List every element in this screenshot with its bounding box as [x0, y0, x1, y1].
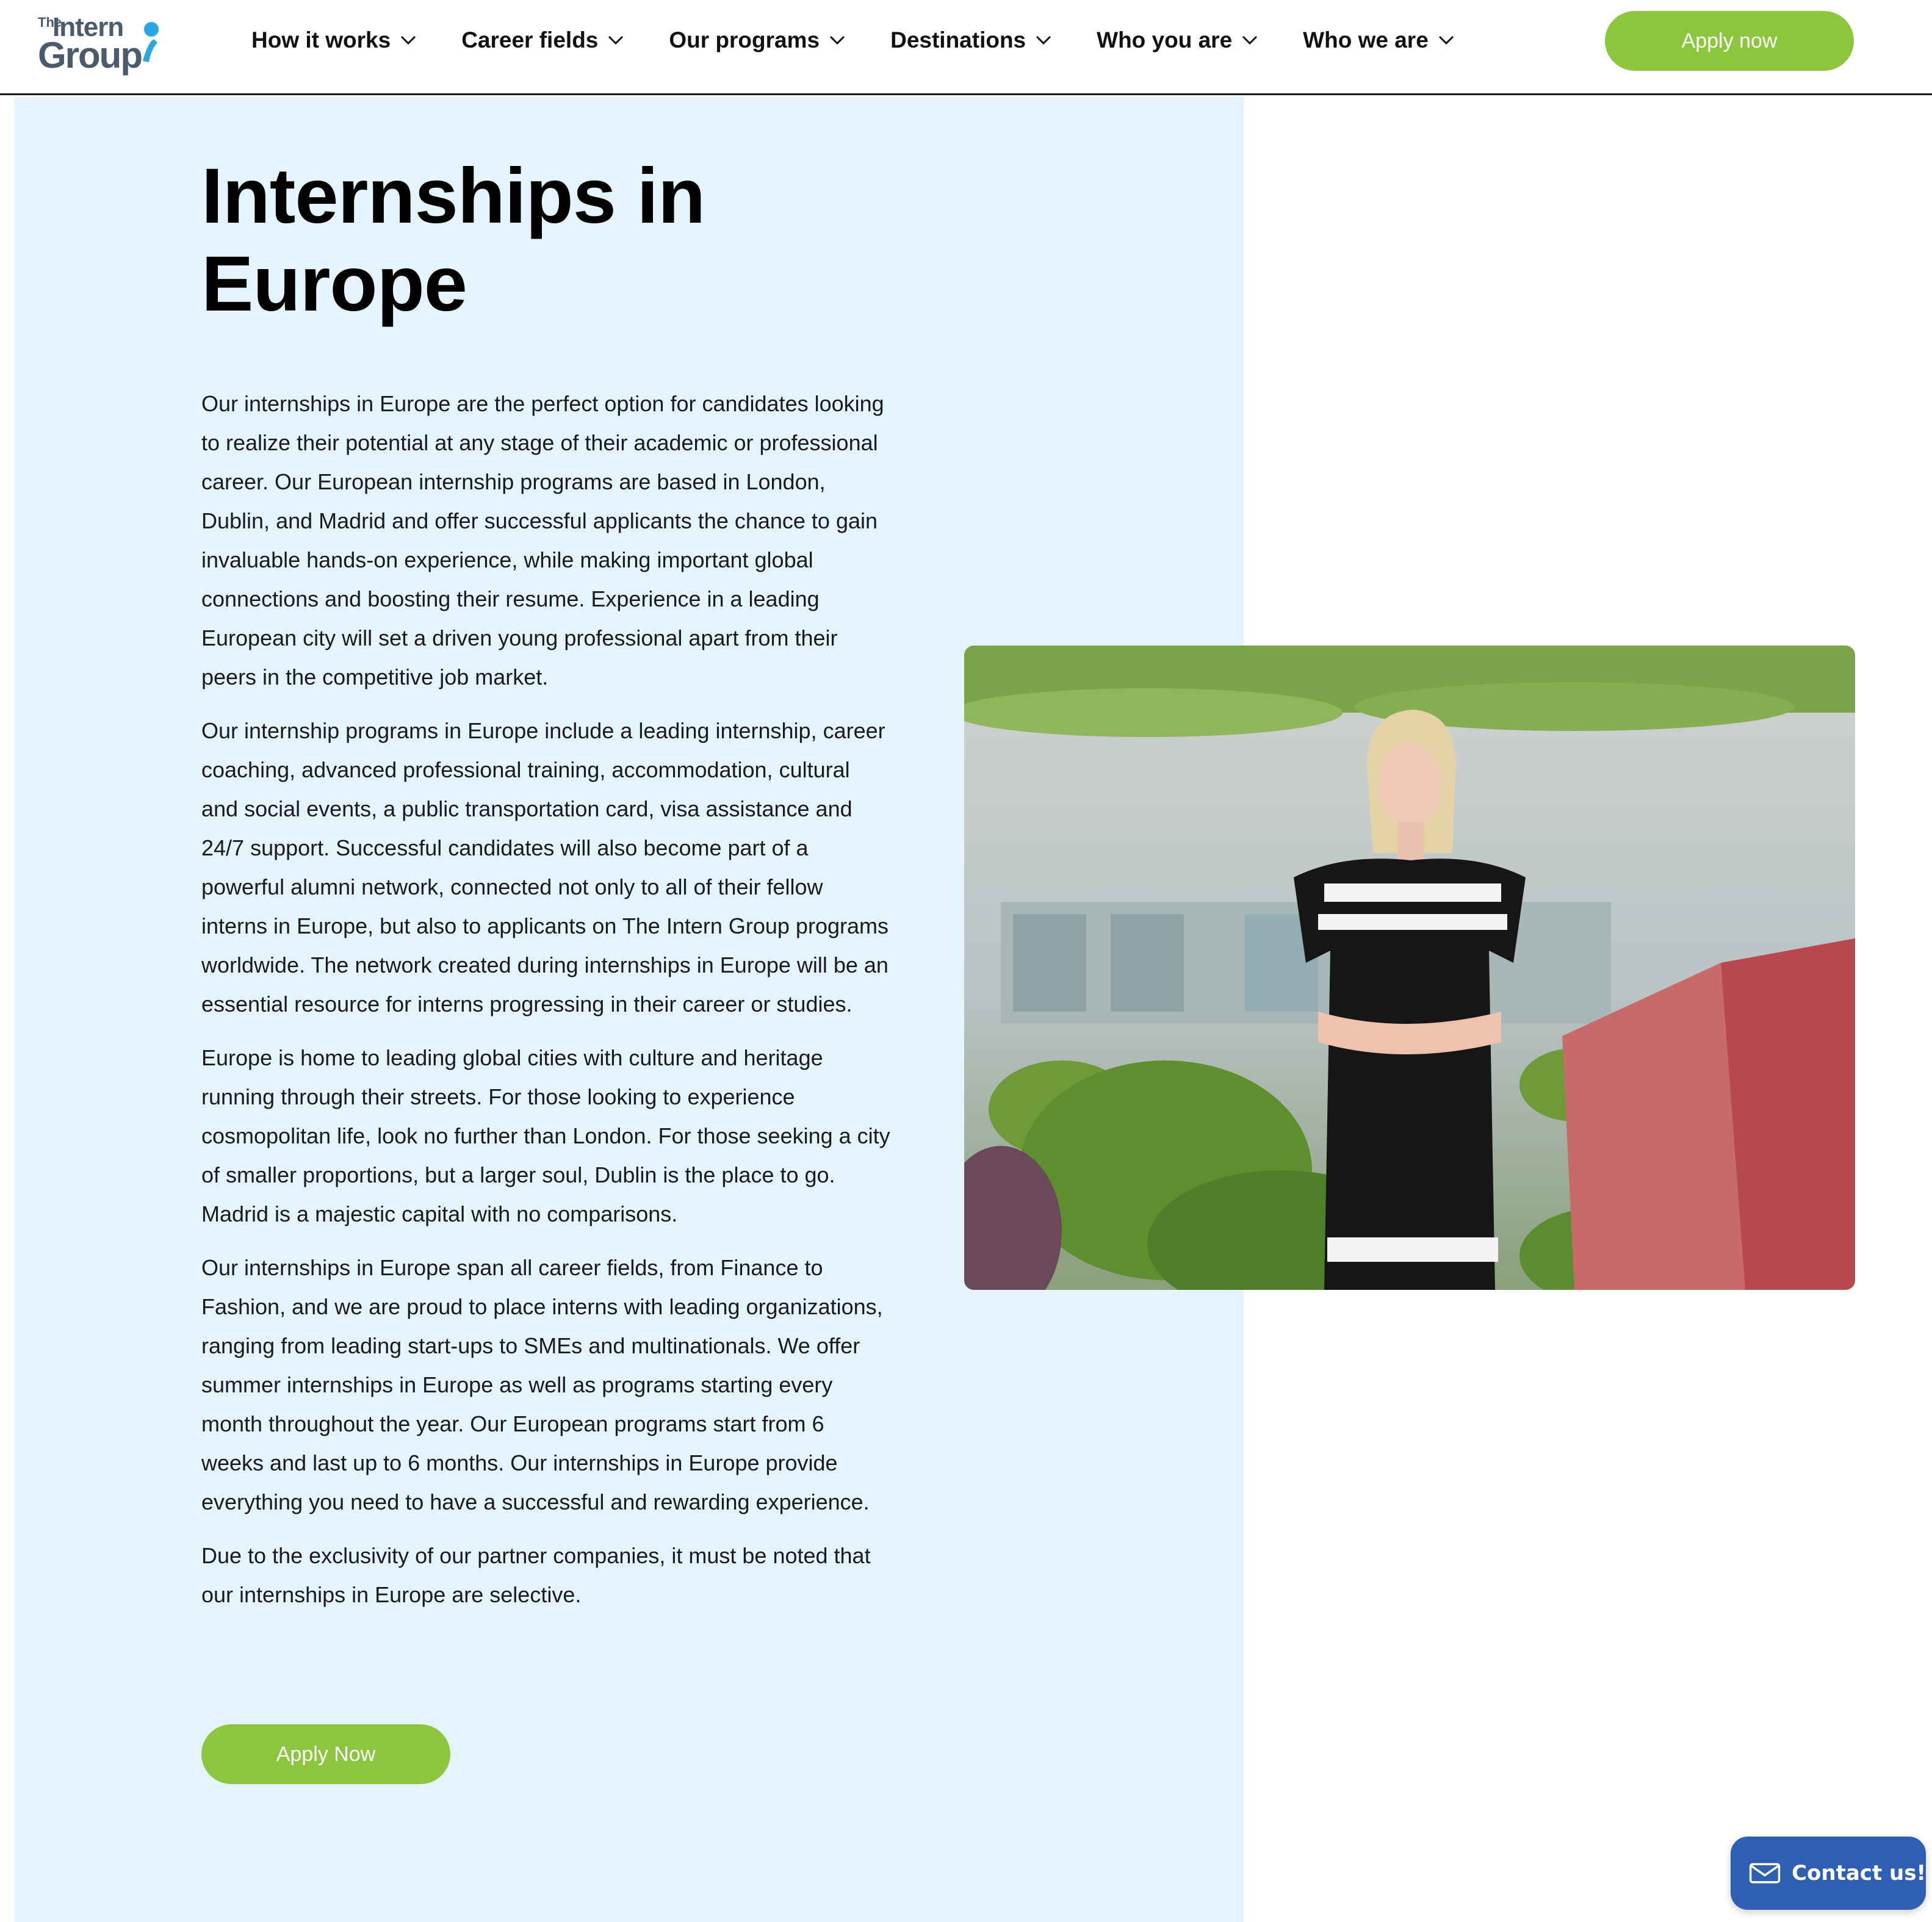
paragraph-5: Due to the exclusivity of our partner co… — [201, 1543, 871, 1607]
woman-in-garden-image — [964, 646, 1855, 1290]
main-nav: How it works Career fields Our programs … — [251, 22, 1499, 59]
apply-now-button[interactable]: Apply Now — [201, 1724, 450, 1784]
nav-label: Destinations — [890, 27, 1026, 52]
chevron-down-icon — [401, 35, 416, 45]
paragraph-3: Europe is home to leading global cities … — [201, 1045, 890, 1226]
site-header: The Intern Group How it works Career fie… — [0, 0, 1932, 95]
chevron-down-icon — [830, 35, 845, 45]
page-title-line-1: Internships in — [201, 153, 705, 240]
intern-group-logo[interactable]: The Intern Group — [37, 12, 159, 76]
intro-text: Our internships in Europe are the perfec… — [201, 384, 891, 1629]
hero-photo — [964, 646, 1855, 1290]
chevron-down-icon — [1036, 35, 1051, 45]
nav-label: How it works — [251, 27, 391, 52]
globe-person-icon — [143, 22, 159, 62]
contact-us-button[interactable]: Contact us! — [1731, 1837, 1926, 1910]
chevron-down-icon — [1242, 35, 1258, 45]
nav-our-programs[interactable]: Our programs — [669, 22, 845, 59]
nav-label: Career fields — [461, 27, 599, 52]
nav-who-you-are[interactable]: Who you are — [1097, 22, 1258, 59]
page-title-line-2: Europe — [201, 240, 467, 328]
chevron-down-icon — [608, 35, 624, 45]
nav-label: Who we are — [1303, 27, 1429, 52]
logo-group: Group — [38, 35, 143, 76]
nav-who-we-are[interactable]: Who we are — [1303, 22, 1454, 59]
nav-career-fields[interactable]: Career fields — [461, 22, 624, 59]
page-title: Internships in Europe — [201, 153, 934, 328]
nav-how-it-works[interactable]: How it works — [251, 22, 416, 59]
chevron-down-icon — [1438, 35, 1454, 45]
contact-us-label: Contact us! — [1792, 1861, 1926, 1885]
nav-label: Our programs — [669, 27, 820, 52]
paragraph-1: Our internships in Europe are the perfec… — [201, 391, 884, 689]
mail-icon — [1749, 1863, 1781, 1884]
nav-destinations[interactable]: Destinations — [890, 22, 1051, 59]
nav-label: Who you are — [1097, 27, 1233, 52]
paragraph-4: Our internships in Europe span all caree… — [201, 1255, 883, 1514]
paragraph-2: Our internship programs in Europe includ… — [201, 718, 889, 1017]
apply-now-header-button[interactable]: Apply now — [1605, 11, 1854, 71]
